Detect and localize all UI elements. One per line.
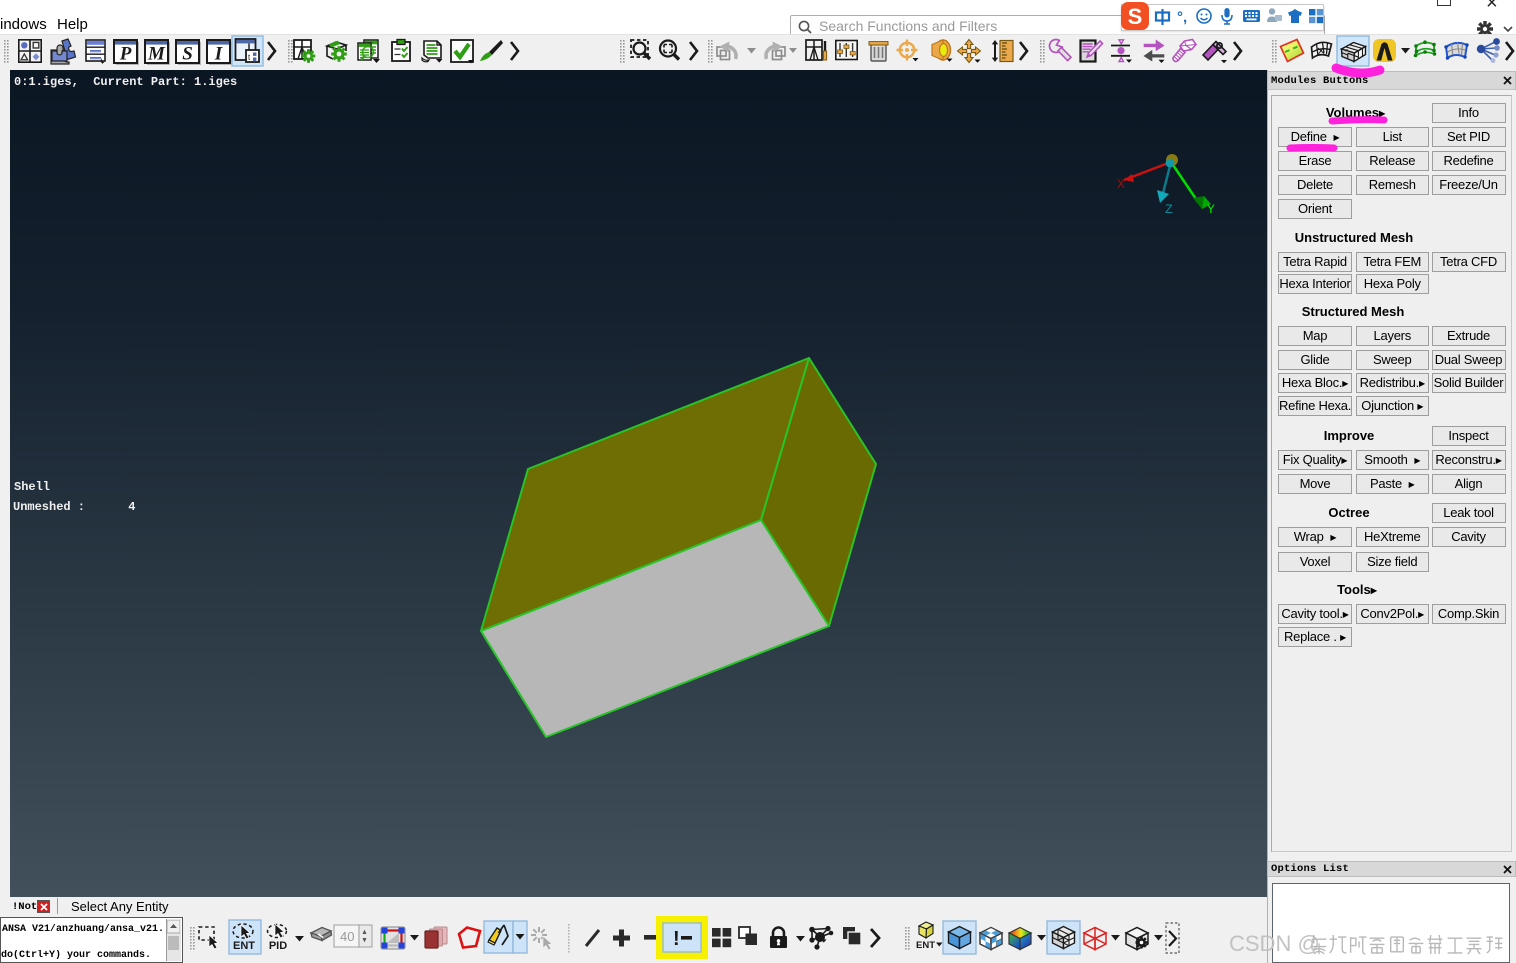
svg-text:!: ! — [673, 928, 680, 950]
svg-text:ENT: ENT — [233, 940, 255, 952]
svg-text:ENT: ENT — [916, 940, 935, 951]
svg-text:Y: Y — [1207, 202, 1215, 217]
svg-text:40: 40 — [340, 929, 354, 944]
svg-text:I: I — [214, 44, 223, 65]
svg-text:P: P — [119, 44, 132, 65]
svg-text:PID: PID — [269, 940, 287, 952]
svg-text:°,: °, — [1177, 9, 1187, 26]
svg-text:S: S — [1128, 4, 1143, 29]
svg-text:Z: Z — [1165, 202, 1173, 217]
svg-text:M: M — [147, 44, 166, 65]
svg-text:S: S — [182, 44, 193, 65]
svg-text:X: X — [1117, 177, 1125, 192]
